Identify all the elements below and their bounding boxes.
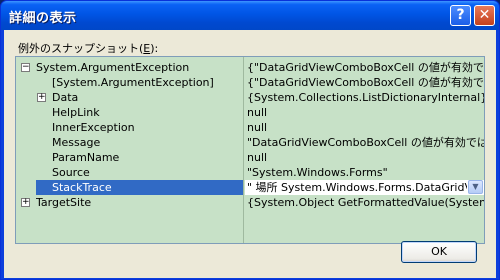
title-bar[interactable]: 詳細の表示 ? ✕	[1, 1, 499, 30]
grid-row-argument-exception-type[interactable]: [System.ArgumentException] {"DataGridVie…	[16, 75, 484, 90]
property-name: Data	[52, 91, 79, 104]
help-icon: ?	[456, 7, 465, 23]
snapshot-label: 例外のスナップショット(E):	[18, 42, 159, 55]
property-name: Message	[52, 136, 101, 149]
dropdown-button[interactable]: ▼	[468, 180, 483, 194]
expand-icon[interactable]: +	[21, 198, 30, 207]
grid-row-targetsite[interactable]: + TargetSite {System.Object GetFormatted…	[16, 195, 484, 210]
value-edit-box[interactable]: " 場所 System.Windows.Forms.DataGridVi ▼	[245, 180, 484, 195]
property-value: "DataGridViewComboBoxCell の値が有効ではあ	[247, 136, 484, 149]
expand-icon[interactable]: +	[37, 93, 46, 102]
property-name: Source	[52, 166, 90, 179]
property-value: {"DataGridViewComboBoxCell の値が有効ではあ	[247, 76, 484, 89]
grid-row-message[interactable]: Message "DataGridViewComboBoxCell の値が有効で…	[16, 135, 484, 150]
close-icon: ✕	[478, 7, 491, 23]
property-name: [System.ArgumentException]	[52, 76, 214, 89]
property-name: InnerException	[52, 121, 135, 134]
property-name: System.ArgumentException	[36, 61, 190, 74]
property-value: null	[247, 106, 268, 119]
chevron-down-icon: ▼	[472, 182, 479, 191]
property-value: " 場所 System.Windows.Forms.DataGridVi	[247, 181, 467, 194]
exception-detail-window: 詳細の表示 ? ✕ 例外のスナップショット(E): − System.Argum…	[0, 0, 500, 280]
grid-row-helplink[interactable]: HelpLink null	[16, 105, 484, 120]
window-title: 詳細の表示	[9, 11, 77, 26]
property-value: "System.Windows.Forms"	[247, 166, 388, 179]
grid-row-innerexception[interactable]: InnerException null	[16, 120, 484, 135]
grid-row-source[interactable]: Source "System.Windows.Forms"	[16, 165, 484, 180]
property-name: ParamName	[52, 151, 120, 164]
grid-row-argument-exception[interactable]: − System.ArgumentException {"DataGridVie…	[16, 60, 484, 75]
ok-button[interactable]: OK	[401, 241, 477, 263]
collapse-icon[interactable]: −	[21, 63, 30, 72]
property-value: {System.Object GetFormattedValue(System.…	[247, 196, 484, 209]
grid-row-paramname[interactable]: ParamName null	[16, 150, 484, 165]
property-value: null	[247, 151, 268, 164]
property-value: {System.Collections.ListDictionaryIntern…	[247, 91, 484, 104]
property-name: HelpLink	[52, 106, 100, 119]
property-value: null	[247, 121, 268, 134]
help-button[interactable]: ?	[450, 5, 471, 26]
grid-row-stacktrace[interactable]: StackTrace " 場所 System.Windows.Forms.Dat…	[16, 180, 484, 195]
close-button[interactable]: ✕	[474, 5, 495, 26]
grid-row-data[interactable]: + Data {System.Collections.ListDictionar…	[16, 90, 484, 105]
property-name: StackTrace	[52, 181, 112, 194]
property-value: {"DataGridViewComboBoxCell の値が有効ではあ	[247, 61, 484, 74]
dialog-body: 例外のスナップショット(E): − System.ArgumentExcepti…	[4, 30, 496, 278]
exception-property-grid[interactable]: − System.ArgumentException {"DataGridVie…	[15, 56, 485, 244]
property-name: TargetSite	[36, 196, 92, 209]
